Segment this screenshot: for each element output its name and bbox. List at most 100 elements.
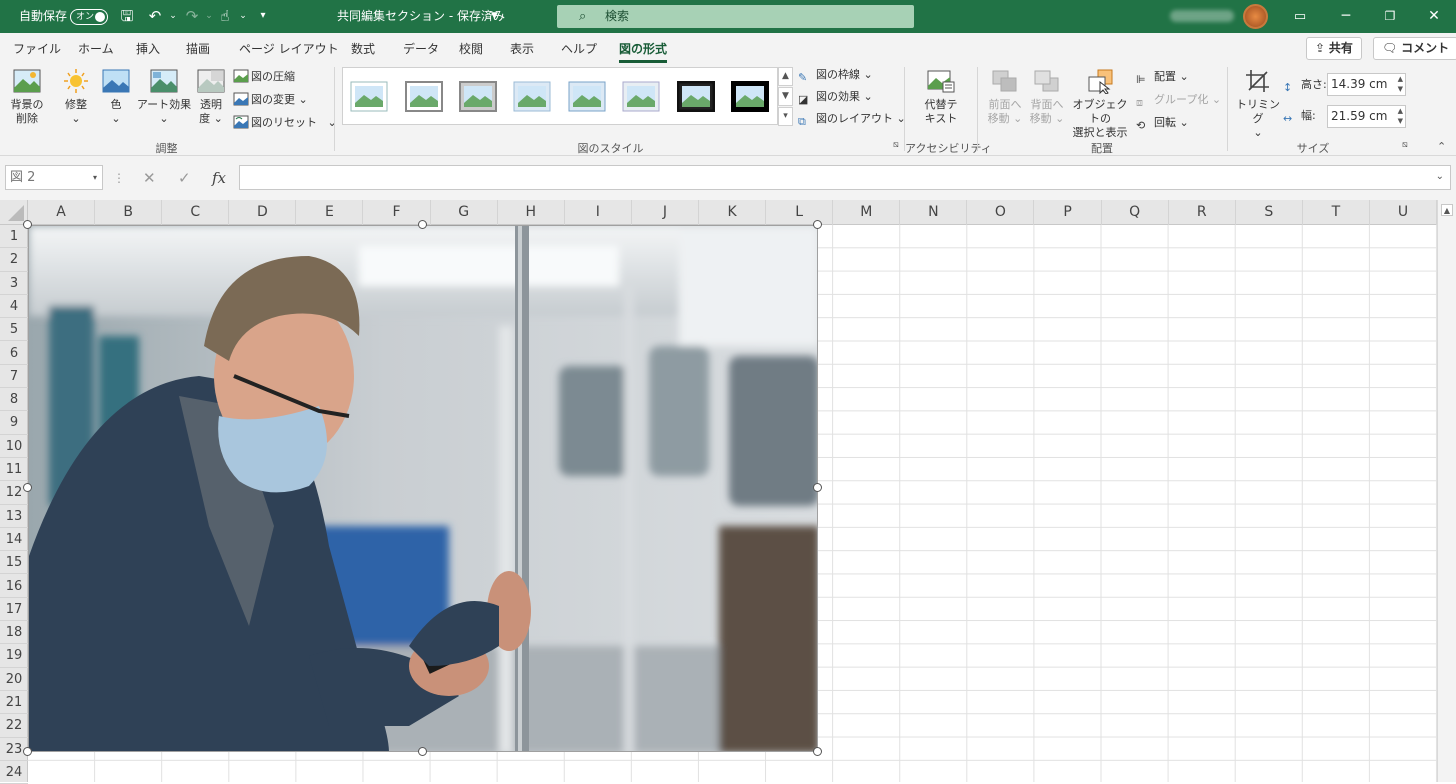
gallery-up-button[interactable]: ▲ bbox=[778, 67, 793, 86]
enter-icon[interactable]: ✓ bbox=[178, 169, 191, 187]
width-input[interactable]: 21.59 cm ▲ ▼ bbox=[1327, 105, 1406, 128]
column-header-s[interactable]: S bbox=[1236, 200, 1303, 225]
touch-dropdown-icon[interactable]: ⌄ bbox=[234, 8, 252, 24]
width-spinner-icon[interactable]: ▲ ▼ bbox=[1398, 106, 1403, 126]
column-header-k[interactable]: K bbox=[699, 200, 767, 225]
tab-home[interactable]: ホーム bbox=[78, 40, 114, 57]
rotate-button[interactable]: ⟲ 回転 ⌄ bbox=[1136, 115, 1189, 132]
column-header-g[interactable]: G bbox=[431, 200, 498, 225]
column-header-n[interactable]: N bbox=[900, 200, 968, 225]
row-header-3[interactable]: 3 bbox=[0, 272, 28, 295]
tab-help[interactable]: ヘルプ bbox=[561, 40, 597, 57]
column-header-d[interactable]: D bbox=[229, 200, 297, 225]
column-header-r[interactable]: R bbox=[1169, 200, 1236, 225]
autosave-toggle[interactable]: オン bbox=[70, 9, 108, 25]
column-header-q[interactable]: Q bbox=[1102, 200, 1169, 225]
row-header-4[interactable]: 4 bbox=[0, 295, 28, 319]
column-header-j[interactable]: J bbox=[632, 200, 699, 225]
gallery-down-button[interactable]: ▼ bbox=[778, 87, 793, 106]
undo-icon[interactable]: ↶ bbox=[146, 8, 164, 24]
name-box[interactable]: 図 2 ▾ bbox=[5, 165, 103, 190]
picture-style-7[interactable] bbox=[676, 80, 716, 113]
column-header-u[interactable]: U bbox=[1370, 200, 1438, 225]
corrections-button[interactable]: 修整 ⌄ bbox=[56, 68, 96, 126]
height-spinner-icon[interactable]: ▲ ▼ bbox=[1398, 74, 1403, 94]
artistic-effects-button[interactable]: アート効果 ⌄ bbox=[136, 68, 192, 126]
cancel-icon[interactable]: ✕ bbox=[143, 169, 156, 187]
column-header-o[interactable]: O bbox=[967, 200, 1035, 225]
name-box-dropdown-icon[interactable]: ▾ bbox=[93, 166, 97, 189]
close-icon[interactable]: ✕ bbox=[1412, 0, 1456, 33]
tab-insert[interactable]: 挿入 bbox=[136, 40, 160, 57]
row-header-19[interactable]: 19 bbox=[0, 644, 28, 668]
column-header-m[interactable]: M bbox=[833, 200, 901, 225]
remove-background-button[interactable]: 背景の 削除 bbox=[4, 68, 50, 126]
gallery-more-button[interactable]: ▾ bbox=[778, 107, 793, 126]
alt-text-button[interactable]: 代替テ キスト bbox=[916, 68, 966, 126]
column-header-b[interactable]: B bbox=[95, 200, 163, 225]
crop-button[interactable]: トリミング ⌄ bbox=[1233, 68, 1283, 140]
picture-style-6[interactable] bbox=[622, 81, 660, 112]
picture-style-2[interactable] bbox=[405, 81, 443, 112]
formula-input[interactable]: ⌄ bbox=[239, 165, 1451, 190]
styles-dialog-launcher-icon[interactable]: ⧅ bbox=[893, 140, 899, 150]
insert-function-icon[interactable]: fx bbox=[212, 169, 226, 187]
column-header-i[interactable]: I bbox=[565, 200, 632, 225]
group-button[interactable]: ⧈ グループ化 ⌄ bbox=[1136, 92, 1221, 109]
transparency-button[interactable]: 透明度 ⌄ bbox=[194, 68, 228, 126]
tab-review[interactable]: 校閲 bbox=[459, 40, 483, 57]
column-header-t[interactable]: T bbox=[1303, 200, 1370, 225]
save-icon[interactable]: 🖫 bbox=[118, 8, 136, 24]
row-header-1[interactable]: 1 bbox=[0, 225, 28, 249]
redo-icon[interactable]: ↷ bbox=[183, 8, 201, 24]
tab-page-layout[interactable]: ページ レイアウト bbox=[239, 40, 339, 57]
undo-dropdown-icon[interactable]: ⌄ bbox=[164, 8, 182, 24]
resize-handle[interactable] bbox=[813, 220, 822, 229]
row-header-14[interactable]: 14 bbox=[0, 528, 28, 552]
ribbon-display-icon[interactable]: ▭ bbox=[1278, 0, 1322, 33]
row-header-5[interactable]: 5 bbox=[0, 318, 28, 342]
row-header-20[interactable]: 20 bbox=[0, 668, 28, 691]
column-header-p[interactable]: P bbox=[1035, 200, 1102, 225]
tab-data[interactable]: データ bbox=[403, 40, 439, 57]
title-dropdown-icon[interactable]: ▼ bbox=[491, 0, 498, 33]
row-header-9[interactable]: 9 bbox=[0, 411, 28, 435]
picture-style-8[interactable] bbox=[730, 80, 770, 113]
column-header-e[interactable]: E bbox=[296, 200, 364, 225]
row-header-16[interactable]: 16 bbox=[0, 575, 28, 598]
picture-style-5[interactable] bbox=[568, 81, 606, 112]
row-header-6[interactable]: 6 bbox=[0, 342, 28, 365]
change-picture-button[interactable]: 図の変更 ⌄ bbox=[233, 92, 308, 108]
collapse-ribbon-icon[interactable]: ⌃ bbox=[1437, 140, 1446, 153]
color-button[interactable]: 色 ⌄ bbox=[98, 68, 134, 126]
send-backward-button[interactable]: 背面へ 移動 ⌄ bbox=[1025, 68, 1069, 126]
resize-handle[interactable] bbox=[813, 747, 822, 756]
row-header-11[interactable]: 11 bbox=[0, 458, 28, 482]
row-header-18[interactable]: 18 bbox=[0, 621, 28, 645]
vertical-scrollbar[interactable]: ▲ bbox=[1437, 200, 1456, 782]
search-box[interactable]: ⌕ 検索 bbox=[557, 5, 914, 28]
tab-formulas[interactable]: 数式 bbox=[351, 40, 375, 57]
tab-file[interactable]: ファイル bbox=[13, 40, 61, 57]
comment-button[interactable]: 🗨 コメント bbox=[1373, 37, 1456, 60]
tab-view[interactable]: 表示 bbox=[510, 40, 534, 57]
resize-handle[interactable] bbox=[23, 747, 32, 756]
reset-picture-button[interactable]: 図のリセット ⌄ bbox=[233, 115, 337, 131]
expand-formula-icon[interactable]: ⌄ bbox=[1436, 171, 1444, 182]
scroll-up-icon[interactable]: ▲ bbox=[1441, 204, 1453, 216]
resize-handle[interactable] bbox=[23, 220, 32, 229]
tab-draw[interactable]: 描画 bbox=[186, 40, 210, 57]
document-title[interactable]: 共同編集セクション - 保存済み bbox=[337, 0, 505, 33]
resize-handle[interactable] bbox=[813, 483, 822, 492]
share-button[interactable]: ⇪ 共有 bbox=[1306, 37, 1362, 60]
resize-handle[interactable] bbox=[418, 747, 427, 756]
row-header-10[interactable]: 10 bbox=[0, 435, 28, 458]
tab-picture-format[interactable]: 図の形式 bbox=[619, 40, 668, 63]
restore-icon[interactable]: ❐ bbox=[1368, 0, 1412, 33]
row-header-24[interactable]: 24 bbox=[0, 761, 28, 784]
row-header-2[interactable]: 2 bbox=[0, 248, 28, 272]
column-header-l[interactable]: L bbox=[766, 200, 834, 225]
customize-qat-icon[interactable]: ▾ bbox=[254, 8, 272, 24]
row-header-13[interactable]: 13 bbox=[0, 505, 28, 528]
row-header-22[interactable]: 22 bbox=[0, 714, 28, 738]
